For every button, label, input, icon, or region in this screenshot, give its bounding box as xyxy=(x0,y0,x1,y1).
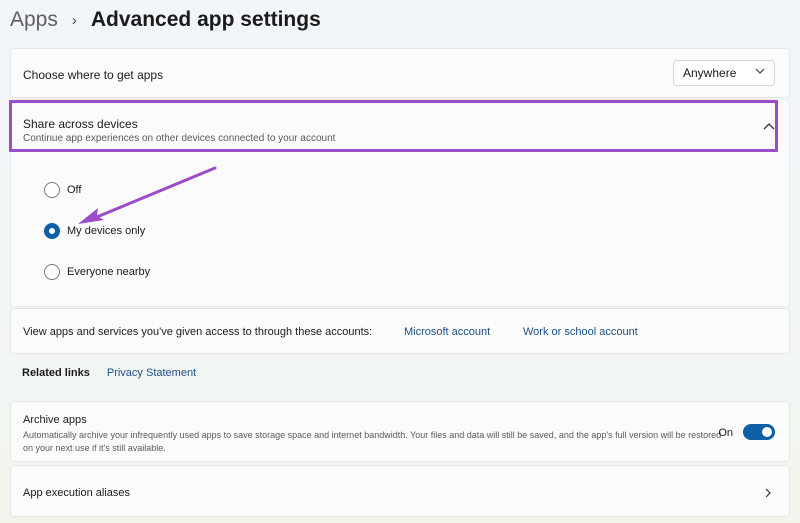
share-title: Share across devices xyxy=(23,117,138,131)
microsoft-account-link[interactable]: Microsoft account xyxy=(404,326,490,338)
choose-where-label: Choose where to get apps xyxy=(23,68,164,82)
archive-title: Archive apps xyxy=(23,414,87,426)
archive-toggle-state: On xyxy=(718,427,733,439)
archive-toggle[interactable] xyxy=(743,424,775,440)
archive-apps-row: Archive apps Automatically archive your … xyxy=(10,401,790,462)
accounts-row: View apps and services you've given acce… xyxy=(10,308,790,354)
chevron-right-icon xyxy=(765,488,771,498)
privacy-statement-link[interactable]: Privacy Statement xyxy=(107,367,196,379)
related-links-label: Related links xyxy=(22,367,90,379)
radio-option-everyone-nearby[interactable]: Everyone nearby xyxy=(44,264,150,280)
share-subtitle: Continue app experiences on other device… xyxy=(23,133,336,144)
app-source-dropdown[interactable]: Anywhere xyxy=(673,60,775,86)
annotation-arrow-icon xyxy=(78,166,217,224)
chevron-down-icon xyxy=(755,68,765,74)
radio-label: Everyone nearby xyxy=(67,266,151,278)
breadcrumb-separator-icon: › xyxy=(71,11,77,29)
work-school-account-link[interactable]: Work or school account xyxy=(523,326,638,338)
radio-button[interactable] xyxy=(44,182,60,198)
choose-where-row: Choose where to get apps Anywhere xyxy=(10,48,790,98)
app-source-value: Anywhere xyxy=(683,66,737,80)
page-title: Advanced app settings xyxy=(90,8,321,31)
accounts-label: View apps and services you've given acce… xyxy=(23,326,373,338)
app-execution-aliases-row[interactable]: App execution aliases xyxy=(10,465,790,517)
aliases-label: App execution aliases xyxy=(23,487,131,499)
radio-button-checked[interactable] xyxy=(44,223,60,239)
breadcrumb: Apps › Advanced app settings xyxy=(10,4,321,36)
related-links: Related links Privacy Statement xyxy=(22,367,196,379)
toggle-knob xyxy=(762,427,772,437)
archive-description: Automatically archive your infrequently … xyxy=(23,430,722,453)
share-header[interactable]: Share across devices Continue app experi… xyxy=(23,117,335,144)
chevron-up-icon[interactable] xyxy=(763,122,775,130)
breadcrumb-parent[interactable]: Apps xyxy=(10,8,58,32)
radio-button[interactable] xyxy=(44,264,60,280)
